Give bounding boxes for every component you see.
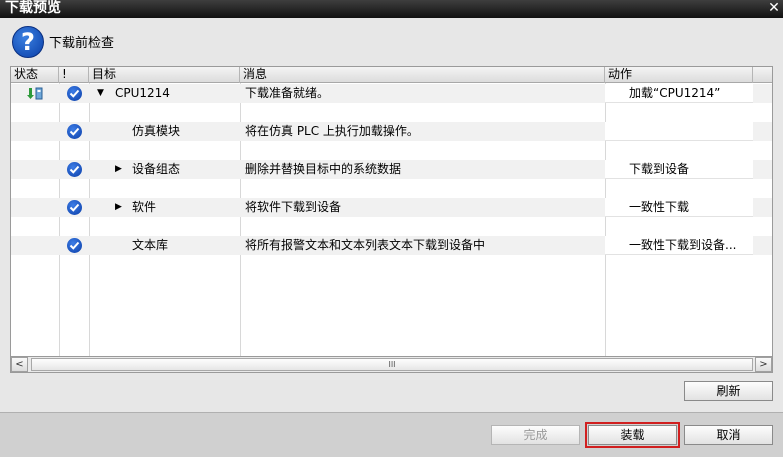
action-cell[interactable] [605, 122, 753, 141]
message-text: 将软件下载到设备 [245, 200, 342, 214]
target-label: 软件 [132, 200, 157, 214]
finish-button[interactable]: 完成 [491, 425, 580, 445]
table-header: 状态 ! 目标 消息 动作 [11, 67, 772, 83]
table-row[interactable] [11, 179, 772, 198]
expand-icon[interactable]: ▶ [115, 160, 122, 179]
target-label: CPU1214 [115, 86, 170, 100]
col-message[interactable]: 消息 [240, 67, 605, 83]
message-text: 删除并替换目标中的系统数据 [245, 162, 402, 176]
cancel-button[interactable]: 取消 [684, 425, 773, 445]
action-cell[interactable]: 一致性下载到设备... [605, 236, 753, 255]
action-cell[interactable]: 加载“CPU1214” [605, 84, 753, 103]
load-button[interactable]: 装载 [585, 422, 680, 448]
message-text: 将所有报警文本和文本列表文本下载到设备中 [245, 238, 486, 252]
table-row[interactable] [11, 141, 772, 160]
footer-bar: 完成 装载 取消 [0, 412, 783, 457]
col-target[interactable]: 目标 [89, 67, 240, 83]
table-row[interactable]: 仿真模块 将在仿真 PLC 上执行加载操作。 [11, 122, 772, 141]
check-icon [67, 162, 82, 177]
table-row[interactable]: ▶ 设备组态 删除并替换目标中的系统数据 下载到设备 [11, 160, 772, 179]
check-table: 状态 ! 目标 消息 动作 ▼ CPU1214 下载准备就绪。 加载“CPU1214”… [10, 66, 773, 372]
action-value: 一致性下载 [629, 200, 690, 214]
horizontal-scrollbar[interactable]: < III > [10, 356, 773, 373]
target-label: 仿真模块 [132, 124, 181, 138]
col-status[interactable]: 状态 [11, 67, 59, 83]
col-alert[interactable]: ! [59, 67, 89, 83]
table-row[interactable] [11, 103, 772, 122]
download-preview-dialog: ? 下载前检查 状态 ! 目标 消息 动作 ▼ CPU1214 下载准备就绪。 加载“… [0, 18, 783, 457]
window-title: 下载预览 [5, 0, 61, 16]
download-icon [27, 86, 43, 101]
action-value: 一致性下载到设备... [629, 238, 737, 252]
table-row[interactable]: ▼ CPU1214 下载准备就绪。 加载“CPU1214” [11, 84, 772, 103]
action-value: 加载“CPU1214” [629, 86, 721, 100]
action-cell[interactable]: 下载到设备 [605, 160, 753, 179]
action-cell[interactable]: 一致性下载 [605, 198, 753, 217]
scroll-left-button[interactable]: < [11, 357, 28, 372]
table-row[interactable] [11, 217, 772, 236]
check-icon [67, 124, 82, 139]
target-label: 文本库 [132, 238, 169, 252]
table-row[interactable]: 文本库 将所有报警文本和文本列表文本下载到设备中 一致性下载到设备... [11, 236, 772, 255]
scroll-right-button[interactable]: > [755, 357, 772, 372]
scroll-thumb[interactable]: III [31, 358, 753, 371]
col-action[interactable]: 动作 [605, 67, 753, 83]
target-label: 设备组态 [132, 162, 181, 176]
header-text: 下载前检查 [49, 36, 115, 51]
question-icon: ? [12, 26, 44, 58]
check-icon [67, 200, 82, 215]
expand-icon[interactable]: ▶ [115, 198, 122, 217]
check-icon [67, 238, 82, 253]
title-bar: 下载预览 ✕ [0, 0, 783, 18]
collapse-icon[interactable]: ▼ [97, 84, 104, 103]
close-icon[interactable]: ✕ [767, 0, 781, 16]
table-row[interactable]: ▶ 软件 将软件下载到设备 一致性下载 [11, 198, 772, 217]
check-icon [67, 86, 82, 101]
action-value: 下载到设备 [629, 162, 690, 176]
message-text: 下载准备就绪。 [245, 86, 330, 100]
message-text: 将在仿真 PLC 上执行加载操作。 [245, 124, 419, 138]
refresh-button[interactable]: 刷新 [684, 381, 773, 401]
